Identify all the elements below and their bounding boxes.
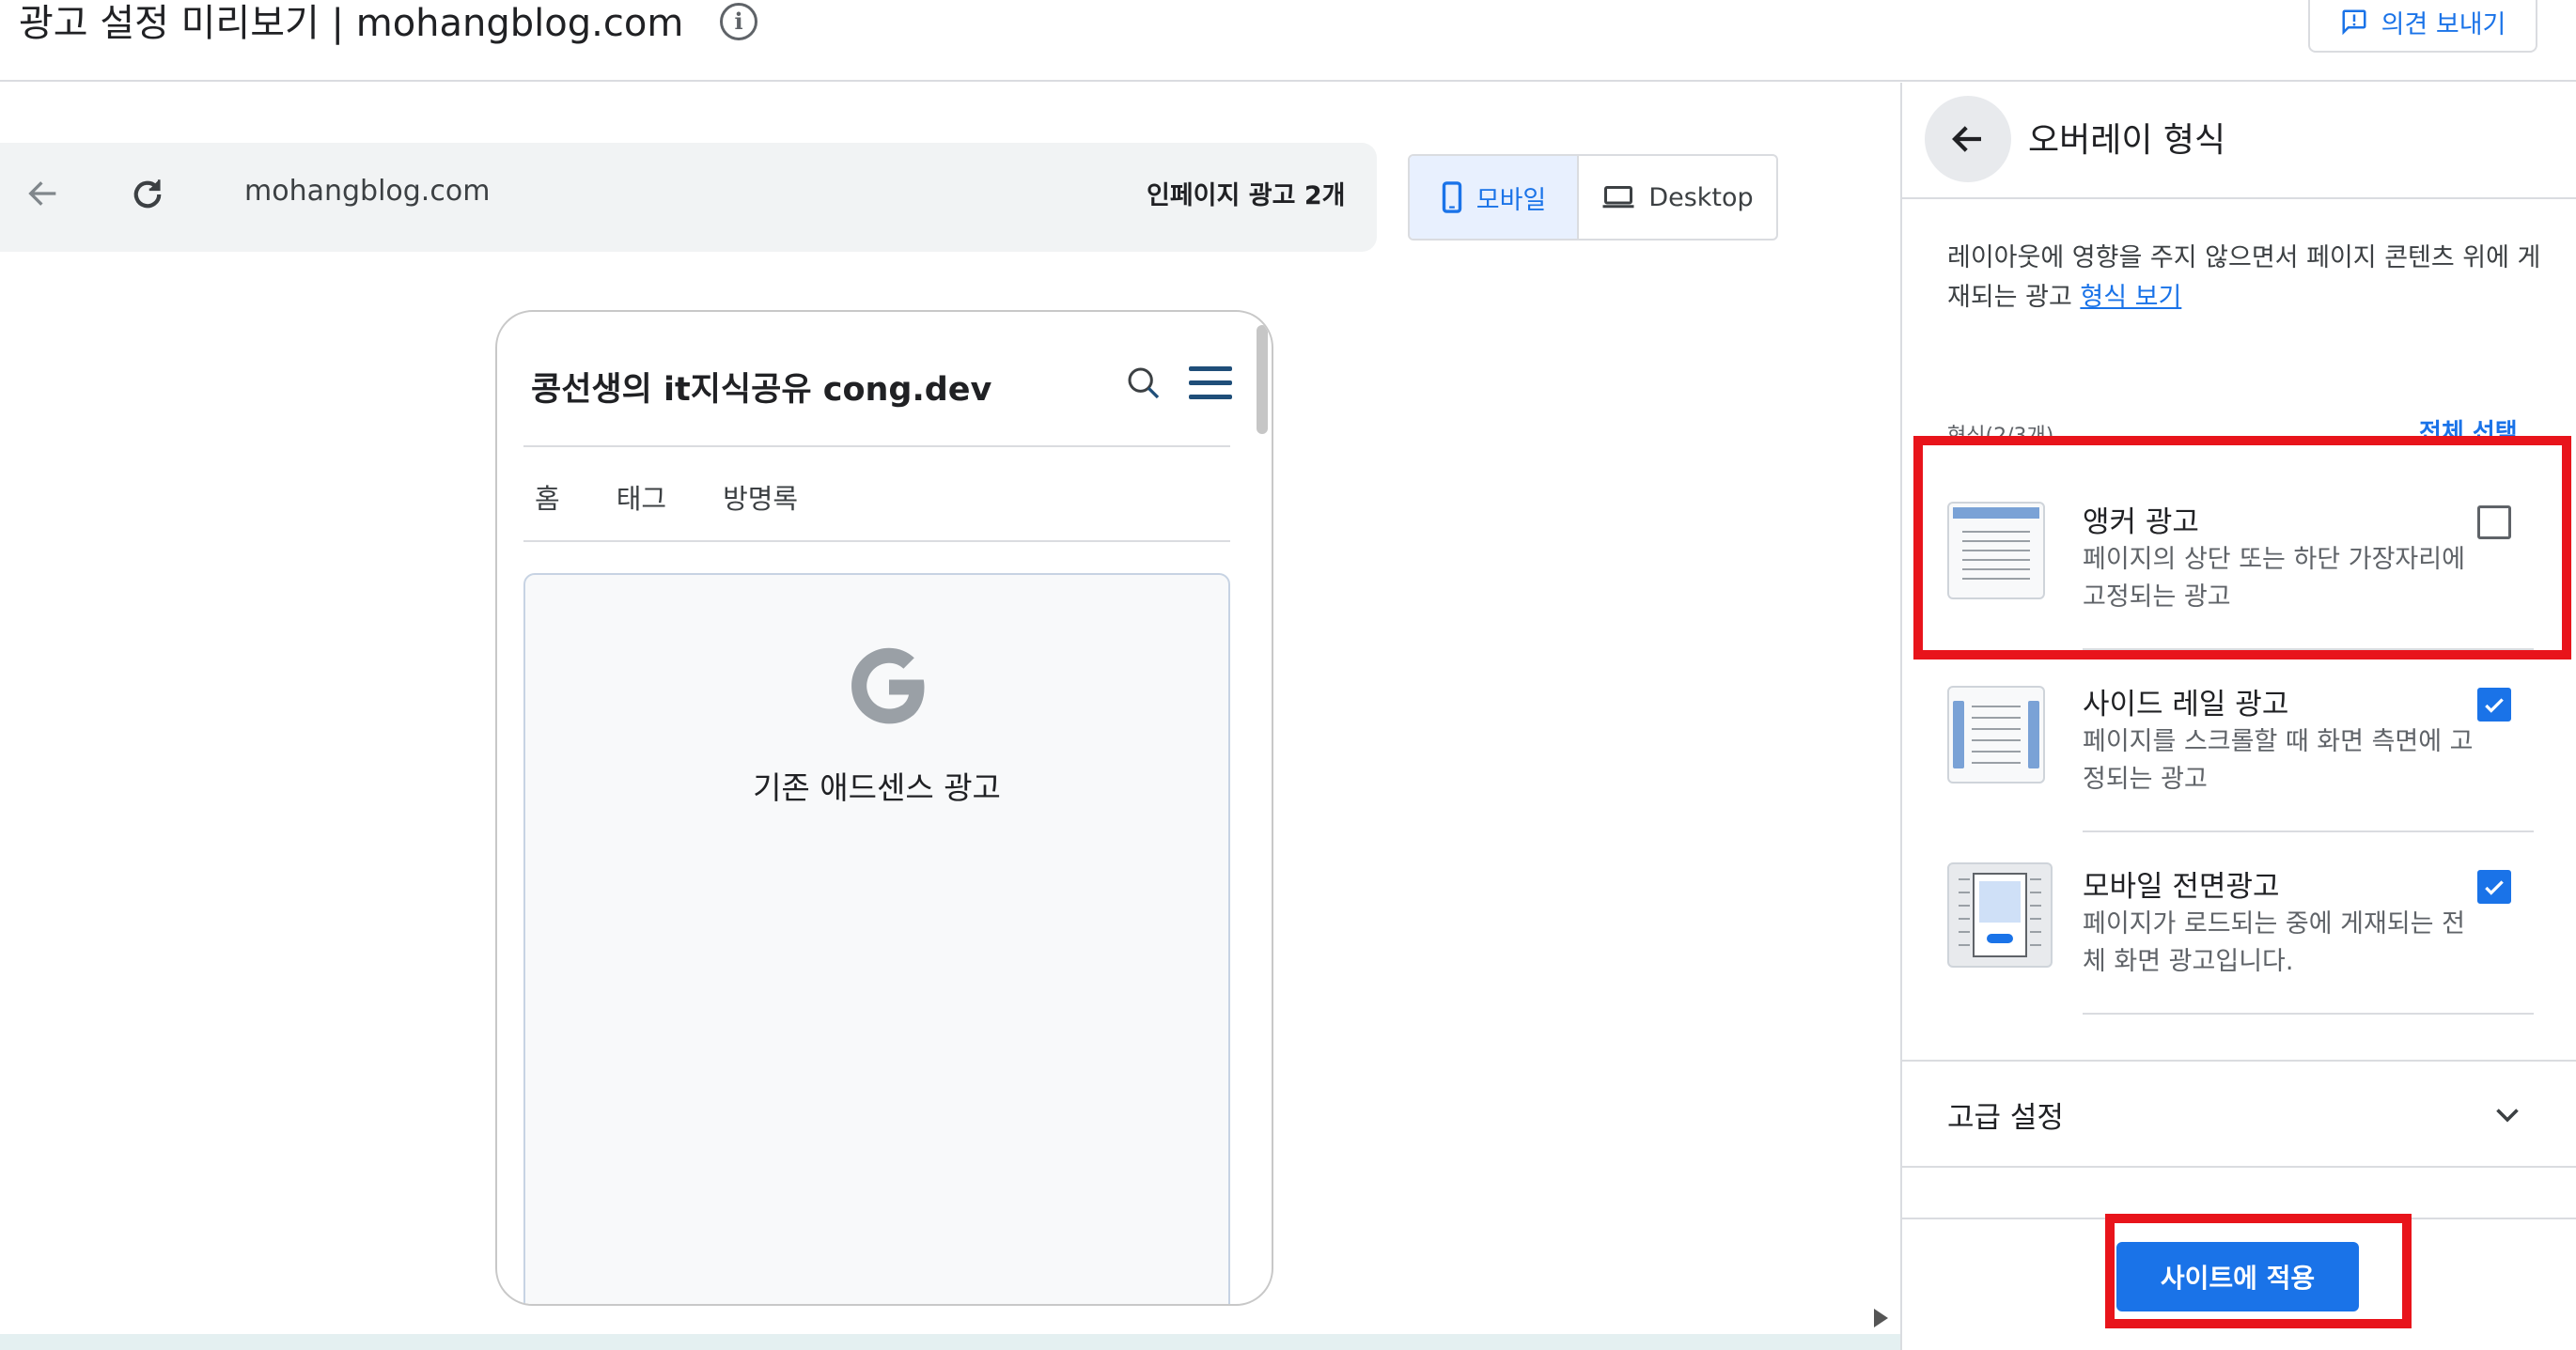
nav-tags[interactable]: 태그 <box>617 477 666 517</box>
preview-url: mohangblog.com <box>244 175 491 208</box>
mobile-preview-frame: 콩선생의 it지식공유 cong.dev 홈 태그 방명록 기존 애드센스 광고 <box>495 310 1273 1306</box>
nav-guestbook[interactable]: 방명록 <box>723 477 798 517</box>
advanced-settings-label: 고급 설정 <box>1947 1101 2064 1135</box>
desktop-label: Desktop <box>1648 182 1754 212</box>
nav-home[interactable]: 홈 <box>535 477 560 517</box>
description-text: 레이아웃에 영향을 주지 않으면서 페이지 콘텐츠 위에 게재되는 광고 <box>1947 243 2541 312</box>
device-toggle: 모바일 Desktop <box>1408 154 1778 241</box>
top-header: 광고 설정 미리보기 | mohangblog.com i 의견 보내기 <box>0 0 2576 82</box>
blog-title: 콩선생의 it지식공유 cong.dev <box>531 371 992 409</box>
smartphone-icon <box>1442 181 1461 213</box>
inpage-ad-count: 인페이지 광고 2개 <box>1147 181 1346 210</box>
format-description: 페이지의 상단 또는 하단 가장자리에 고정되는 광고 <box>2083 545 2465 612</box>
format-description: 페이지가 로드되는 중에 게재되는 전체 화면 광고입니다. <box>2083 909 2465 976</box>
vignette-ad-checkbox[interactable] <box>2477 870 2511 904</box>
panel-back-button[interactable] <box>1925 96 2011 182</box>
divider <box>1902 197 2576 199</box>
anchor-ad-icon <box>1947 502 2045 599</box>
adsense-label: 기존 애드센스 광고 <box>753 769 1001 806</box>
reload-icon[interactable] <box>128 175 167 214</box>
adsense-placeholder: 기존 애드센스 광고 <box>523 573 1230 1304</box>
desktop-device-button[interactable]: Desktop <box>1579 156 1776 239</box>
divider <box>523 540 1230 542</box>
back-arrow-icon <box>1952 126 1981 152</box>
panel-title: 오버레이 형식 <box>2028 121 2226 160</box>
side-rail-ad-icon <box>1947 686 2045 784</box>
scroll-right-arrow-icon[interactable] <box>1874 1309 1888 1327</box>
format-name: 모바일 전면광고 <box>2083 870 2280 904</box>
google-logo-icon <box>851 647 925 724</box>
select-all-link[interactable]: 전체 선택 <box>2419 413 2518 448</box>
feedback-label: 의견 보내기 <box>2381 9 2506 39</box>
page-title: 광고 설정 미리보기 | mohangblog.com <box>19 2 684 45</box>
hamburger-menu-icon[interactable] <box>1189 366 1232 400</box>
checkmark-icon <box>2485 880 2504 895</box>
view-formats-link[interactable]: 형식 보기 <box>2080 283 2181 312</box>
checkmark-icon <box>2485 698 2504 713</box>
mobile-device-button[interactable]: 모바일 <box>1410 156 1579 239</box>
divider <box>523 445 1230 447</box>
divider <box>2083 1013 2534 1015</box>
info-icon[interactable]: i <box>720 3 757 40</box>
format-name: 앵커 광고 <box>2083 505 2199 539</box>
panel-description: 레이아웃에 영향을 주지 않으면서 페이지 콘텐츠 위에 게재되는 광고 형식 … <box>1947 239 2549 318</box>
chevron-down-icon[interactable] <box>2490 1097 2524 1131</box>
send-feedback-button[interactable]: 의견 보내기 <box>2308 0 2537 53</box>
formats-count: 형식(2/3개) <box>1947 425 2054 448</box>
back-arrow-icon[interactable] <box>24 175 62 212</box>
divider <box>1902 1218 2576 1219</box>
blog-nav: 홈 태그 방명록 <box>535 477 798 517</box>
search-icon[interactable] <box>1125 365 1163 402</box>
divider <box>2083 830 2534 832</box>
mobile-label: 모바일 <box>1475 185 1547 215</box>
format-name: 사이드 레일 광고 <box>2083 688 2289 722</box>
anchor-ad-checkbox[interactable] <box>2477 505 2511 539</box>
apply-to-site-button[interactable]: 사이트에 적용 <box>2116 1242 2359 1311</box>
side-rail-ad-checkbox[interactable] <box>2477 688 2511 722</box>
format-description: 페이지를 스크롤할 때 화면 측면에 고정되는 광고 <box>2083 727 2474 794</box>
feedback-icon <box>2342 9 2366 36</box>
preview-scrollbar[interactable] <box>1257 325 1268 434</box>
vignette-ad-icon <box>1947 862 2053 968</box>
divider <box>2083 648 2534 650</box>
laptop-icon <box>1602 186 1634 209</box>
